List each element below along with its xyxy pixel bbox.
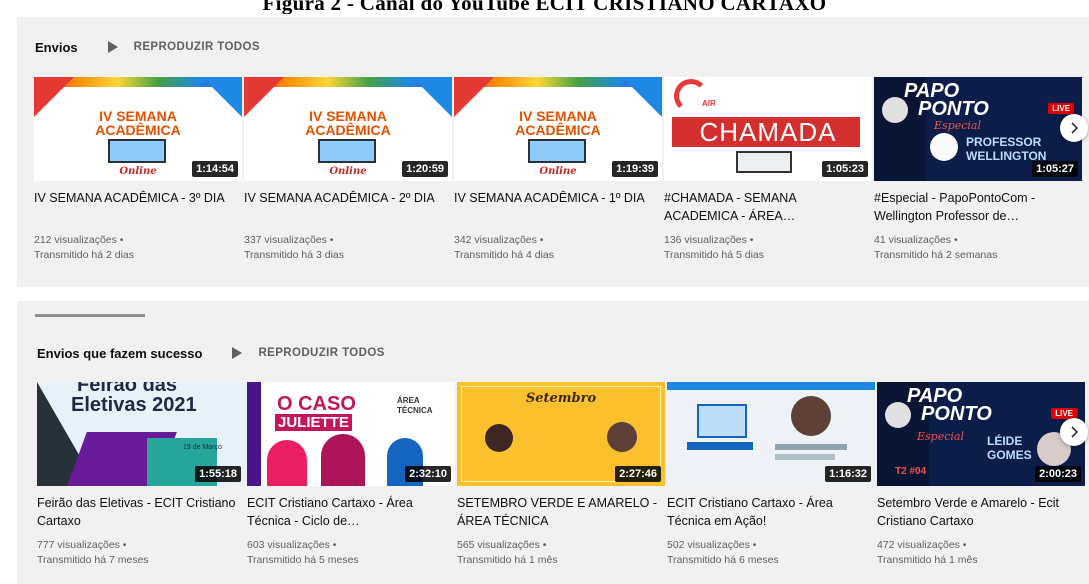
video-meta: 565 visualizações • Transmitido há 1 mês (457, 538, 665, 568)
live-badge: LIVE (1048, 103, 1074, 114)
video-meta: 603 visualizações • Transmitido há 5 mes… (247, 538, 455, 568)
chevron-right-icon (1071, 426, 1079, 438)
shelf-title[interactable]: Envios (35, 40, 78, 55)
video-meta: 472 visualizações • Transmitido há 1 mês (877, 538, 1085, 568)
view-count: 342 visualizações (454, 234, 537, 246)
video-card[interactable]: AIR CHAMADA 1:05:23 #CHAMADA - SEMANA AC… (664, 77, 872, 263)
upload-time: Transmitido há 4 dias (454, 249, 554, 261)
duration-badge: 1:55:18 (195, 466, 241, 482)
duration-badge: 1:16:32 (825, 466, 871, 482)
duration-badge: 1:05:23 (822, 161, 868, 177)
upload-time: Transmitido há 5 dias (664, 249, 764, 261)
video-card[interactable]: O CASO JULIETTE ÁREA TÉCNICA 2:32:10 ECI… (247, 382, 455, 568)
video-thumbnail[interactable]: Setembro 2:27:46 (457, 382, 665, 486)
duration-badge: 1:20:59 (402, 161, 448, 177)
video-title[interactable]: Setembro Verde e Amarelo - Ecit Cristian… (877, 494, 1085, 530)
chevron-right-icon (1071, 122, 1079, 134)
video-row: IV SEMANA ACADÊMICA Online 1:14:54 IV SE… (34, 77, 1082, 263)
shelf-popular-uploads: Envios que fazem sucesso REPRODUZIR TODO… (17, 301, 1089, 584)
video-meta: 337 visualizações • Transmitido há 3 dia… (244, 233, 452, 263)
video-title[interactable]: ECIT Cristiano Cartaxo - Área Técnica em… (667, 494, 875, 530)
section-divider (35, 314, 145, 317)
video-card[interactable]: PAPO PONTO Especial LIVE LÉIDE GOMES T2 … (877, 382, 1085, 568)
next-arrow-button[interactable] (1060, 418, 1088, 446)
video-meta: 342 visualizações • Transmitido há 4 dia… (454, 233, 662, 263)
video-card[interactable]: IV SEMANA ACADÊMICA Online 1:19:39 IV SE… (454, 77, 662, 263)
video-thumbnail[interactable]: AIR CHAMADA 1:05:23 (664, 77, 872, 181)
upload-time: Transmitido há 7 meses (37, 554, 149, 566)
upload-time: Transmitido há 1 mês (877, 554, 978, 566)
shelf-header: Envios que fazem sucesso REPRODUZIR TODO… (37, 342, 385, 364)
view-count: 472 visualizações (877, 539, 960, 551)
figure-caption: Figura 2 - Canal do YouTube ECIT CRISTIA… (262, 0, 827, 14)
video-meta: 136 visualizações • Transmitido há 5 dia… (664, 233, 872, 263)
upload-time: Transmitido há 3 dias (244, 249, 344, 261)
video-card[interactable]: PAPO PONTO Especial LIVE PROFESSOR WELLI… (874, 77, 1082, 263)
video-title[interactable]: SETEMBRO VERDE E AMARELO - ÁREA TÉCNICA (457, 494, 665, 530)
duration-badge: 1:19:39 (612, 161, 658, 177)
shelf-title[interactable]: Envios que fazem sucesso (37, 346, 202, 361)
video-meta: 212 visualizações • Transmitido há 2 dia… (34, 233, 242, 263)
view-count: 212 visualizações (34, 234, 117, 246)
duration-badge: 1:05:27 (1032, 161, 1078, 177)
video-card[interactable]: IV SEMANA ACADÊMICA Online 1:14:54 IV SE… (34, 77, 242, 263)
video-title[interactable]: ECIT Cristiano Cartaxo - Área Técnica - … (247, 494, 455, 530)
video-card[interactable]: IV SEMANA ACADÊMICA Online 1:20:59 IV SE… (244, 77, 452, 263)
video-title[interactable]: IV SEMANA ACADÊMICA - 1º DIA (454, 189, 662, 225)
video-title[interactable]: IV SEMANA ACADÊMICA - 2º DIA (244, 189, 452, 225)
play-all-button[interactable]: REPRODUZIR TODOS (232, 347, 384, 359)
video-thumbnail[interactable]: PAPO PONTO Especial LIVE LÉIDE GOMES T2 … (877, 382, 1085, 486)
upload-time: Transmitido há 2 dias (34, 249, 134, 261)
duration-badge: 2:27:46 (615, 466, 661, 482)
upload-time: Transmitido há 5 meses (247, 554, 359, 566)
video-thumbnail[interactable]: PAPO PONTO Especial LIVE PROFESSOR WELLI… (874, 77, 1082, 181)
view-count: 136 visualizações (664, 234, 747, 246)
upload-time: Transmitido há 2 semanas (874, 249, 998, 261)
video-thumbnail[interactable]: 1:16:32 (667, 382, 875, 486)
shelf-header: Envios REPRODUZIR TODOS (35, 36, 260, 58)
video-thumbnail[interactable]: IV SEMANA ACADÊMICA Online 1:20:59 (244, 77, 452, 181)
video-meta: 502 visualizações • Transmitido há 6 mes… (667, 538, 875, 568)
video-thumbnail[interactable]: Feirão das Eletivas 2021 19 de Março 1:5… (37, 382, 245, 486)
play-icon (107, 41, 118, 53)
video-card[interactable]: 1:16:32 ECIT Cristiano Cartaxo - Área Té… (667, 382, 875, 568)
view-count: 502 visualizações (667, 539, 750, 551)
video-thumbnail[interactable]: O CASO JULIETTE ÁREA TÉCNICA 2:32:10 (247, 382, 455, 486)
video-thumbnail[interactable]: IV SEMANA ACADÊMICA Online 1:14:54 (34, 77, 242, 181)
video-title[interactable]: #CHAMADA - SEMANA ACADEMICA - ÁREA… (664, 189, 872, 225)
video-title[interactable]: IV SEMANA ACADÊMICA - 3º DIA (34, 189, 242, 225)
duration-badge: 1:14:54 (192, 161, 238, 177)
upload-time: Transmitido há 6 meses (667, 554, 779, 566)
view-count: 337 visualizações (244, 234, 327, 246)
video-title[interactable]: Feirão das Eletivas - ECIT Cristiano Car… (37, 494, 245, 530)
shelf-uploads: Envios REPRODUZIR TODOS IV SEMANA ACADÊM… (17, 17, 1089, 287)
video-row: Feirão das Eletivas 2021 19 de Março 1:5… (37, 382, 1085, 568)
video-thumbnail[interactable]: IV SEMANA ACADÊMICA Online 1:19:39 (454, 77, 662, 181)
view-count: 603 visualizações (247, 539, 330, 551)
video-meta: 777 visualizações • Transmitido há 7 mes… (37, 538, 245, 568)
video-card[interactable]: Feirão das Eletivas 2021 19 de Março 1:5… (37, 382, 245, 568)
play-icon (232, 347, 243, 359)
duration-badge: 2:32:10 (405, 466, 451, 482)
next-arrow-button[interactable] (1060, 114, 1088, 142)
video-meta: 41 visualizações • Transmitido há 2 sema… (874, 233, 1082, 263)
view-count: 565 visualizações (457, 539, 540, 551)
view-count: 41 visualizações (874, 234, 952, 246)
duration-badge: 2:00:23 (1035, 466, 1081, 482)
play-all-button[interactable]: REPRODUZIR TODOS (107, 41, 260, 53)
view-count: 777 visualizações (37, 539, 120, 551)
video-card[interactable]: Setembro 2:27:46 SETEMBRO VERDE E AMAREL… (457, 382, 665, 568)
upload-time: Transmitido há 1 mês (457, 554, 558, 566)
video-title[interactable]: #Especial - PapoPontoCom - Wellington Pr… (874, 189, 1082, 225)
